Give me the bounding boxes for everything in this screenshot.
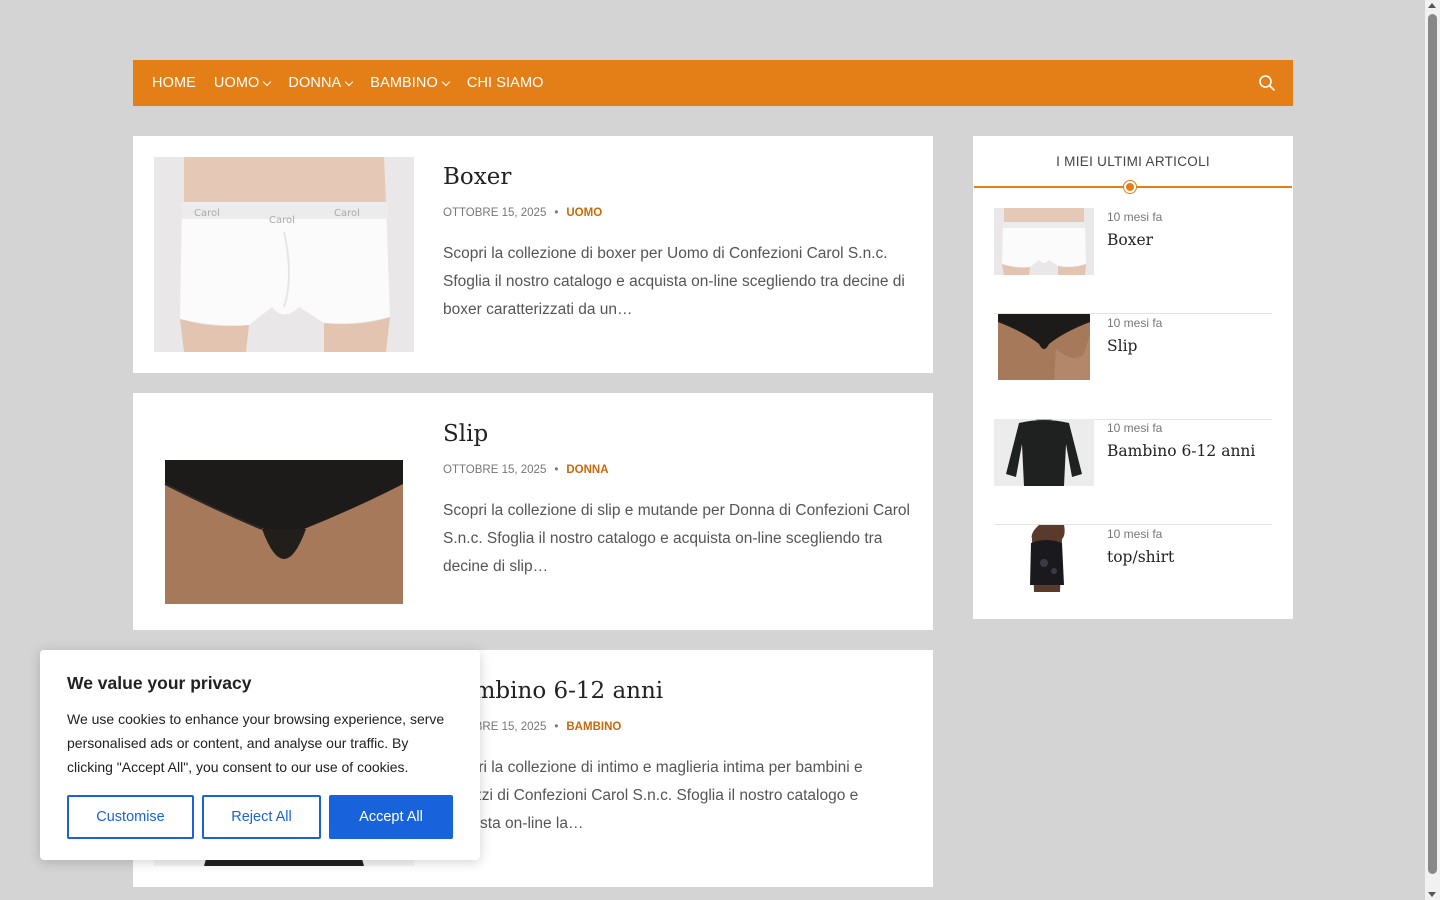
sidebar-article-time: 10 mesi fa <box>1107 527 1163 541</box>
boxer-image: Carol Carol Carol <box>154 157 414 352</box>
post-excerpt: Scopri la collezione di slip e mutande p… <box>443 502 910 575</box>
nav-bambino[interactable]: BAMBINO <box>370 75 451 91</box>
sidebar-thumbnail[interactable] <box>994 525 1094 592</box>
chevron-down-icon <box>441 77 451 87</box>
nav-home-label: HOME <box>152 75 196 91</box>
reject-all-button[interactable]: Reject All <box>202 795 321 839</box>
sidebar-title: I MIEI ULTIMI ARTICOLI <box>1056 154 1210 169</box>
cookie-text: We use cookies to enhance your browsing … <box>67 711 445 775</box>
scroll-down-arrow-icon[interactable] <box>1428 892 1436 897</box>
sidebar-article-time: 10 mesi fa <box>1107 210 1163 224</box>
sidebar-article-item[interactable]: 10 mesi fa Slip <box>994 314 1272 420</box>
sidebar-article-time: 10 mesi fa <box>1107 316 1163 330</box>
sidebar-article-title[interactable]: Bambino 6-12 anni <box>1107 442 1255 460</box>
svg-text:Carol: Carol <box>194 208 220 219</box>
nav-home[interactable]: HOME <box>152 75 196 91</box>
sidebar-article-time: 10 mesi fa <box>1107 421 1163 435</box>
post-excerpt: Scopri la collezione di boxer per Uomo d… <box>443 245 905 318</box>
sidebar-article-title[interactable]: Slip <box>1107 337 1137 355</box>
sidebar-article-title[interactable]: top/shirt <box>1107 548 1174 566</box>
chevron-down-icon <box>263 77 272 87</box>
sidebar-thumbnail[interactable] <box>994 314 1094 381</box>
post-title[interactable]: Boxer <box>443 164 511 190</box>
post-title[interactable]: Slip <box>443 421 488 447</box>
sidebar-article-item[interactable]: 10 mesi fa Boxer <box>994 208 1272 314</box>
nav-uomo-label: UOMO <box>213 75 260 91</box>
sidebar-thumbnail[interactable] <box>994 208 1094 275</box>
nav-chi-siamo[interactable]: CHI SIAMO <box>467 75 544 91</box>
sidebar-latest-articles: I MIEI ULTIMI ARTICOLI 10 mesi fa Boxer <box>973 136 1293 619</box>
customise-button[interactable]: Customise <box>67 795 194 839</box>
cookie-consent-banner: We value your privacy We use cookies to … <box>40 650 480 860</box>
page-scrollbar[interactable] <box>1425 0 1440 900</box>
meta-separator: • <box>554 207 559 219</box>
sidebar-article-item[interactable]: 10 mesi fa top/shirt <box>994 525 1272 631</box>
post-thumbnail-boxer[interactable]: Carol Carol Carol <box>154 157 414 352</box>
svg-text:Carol: Carol <box>334 208 360 219</box>
chevron-down-icon <box>345 77 354 87</box>
post-category-link[interactable]: DONNA <box>566 464 608 476</box>
post-card: Slip OTTOBRE 15, 2025 • DONNA Scopri la … <box>133 393 933 630</box>
post-category-link[interactable]: BAMBINO <box>566 721 621 733</box>
sidebar-article-title[interactable]: Boxer <box>1107 231 1153 249</box>
main-navigation: HOME UOMO DONNA BAMBINO CHI SIAMO <box>133 60 1293 106</box>
post-date: OTTOBRE 15, 2025 <box>443 207 547 219</box>
scroll-up-arrow-icon[interactable] <box>1428 3 1436 8</box>
divider-dot-icon <box>1124 181 1136 193</box>
post-card: Carol Carol Carol Boxer OTTOBRE 15, 2025… <box>133 136 933 373</box>
cookie-title: We value your privacy <box>67 673 252 693</box>
nav-bambino-label: BAMBINO <box>370 75 438 91</box>
bambino-thumbnail-image <box>994 419 1094 486</box>
sidebar-article-item[interactable]: 10 mesi fa Bambino 6-12 anni <box>994 419 1272 525</box>
post-meta: OTTOBRE 15, 2025 • UOMO <box>443 207 602 219</box>
nav-uomo[interactable]: UOMO <box>213 75 272 91</box>
accept-all-button[interactable]: Accept All <box>329 795 453 839</box>
post-date: OTTOBRE 15, 2025 <box>443 464 547 476</box>
sidebar-thumbnail[interactable] <box>994 419 1094 486</box>
nav-chi-siamo-label: CHI SIAMO <box>466 75 544 91</box>
slip-thumbnail-image <box>994 314 1094 381</box>
boxer-thumbnail-image <box>994 208 1094 275</box>
top-shirt-thumbnail-image <box>994 525 1094 592</box>
post-excerpt: Scopri la collezione di intimo e maglier… <box>443 759 863 832</box>
meta-separator: • <box>554 721 559 733</box>
meta-separator: • <box>554 464 559 476</box>
post-meta: OTTOBRE 15, 2025 • DONNA <box>443 464 609 476</box>
post-category-link[interactable]: UOMO <box>566 207 602 219</box>
post-thumbnail-slip[interactable] <box>154 414 414 609</box>
search-icon[interactable] <box>1258 74 1276 92</box>
nav-donna-label: DONNA <box>288 75 342 91</box>
svg-text:Carol: Carol <box>269 215 295 226</box>
scrollbar-thumb[interactable] <box>1428 14 1437 874</box>
slip-image <box>154 414 414 609</box>
nav-donna[interactable]: DONNA <box>288 75 354 91</box>
